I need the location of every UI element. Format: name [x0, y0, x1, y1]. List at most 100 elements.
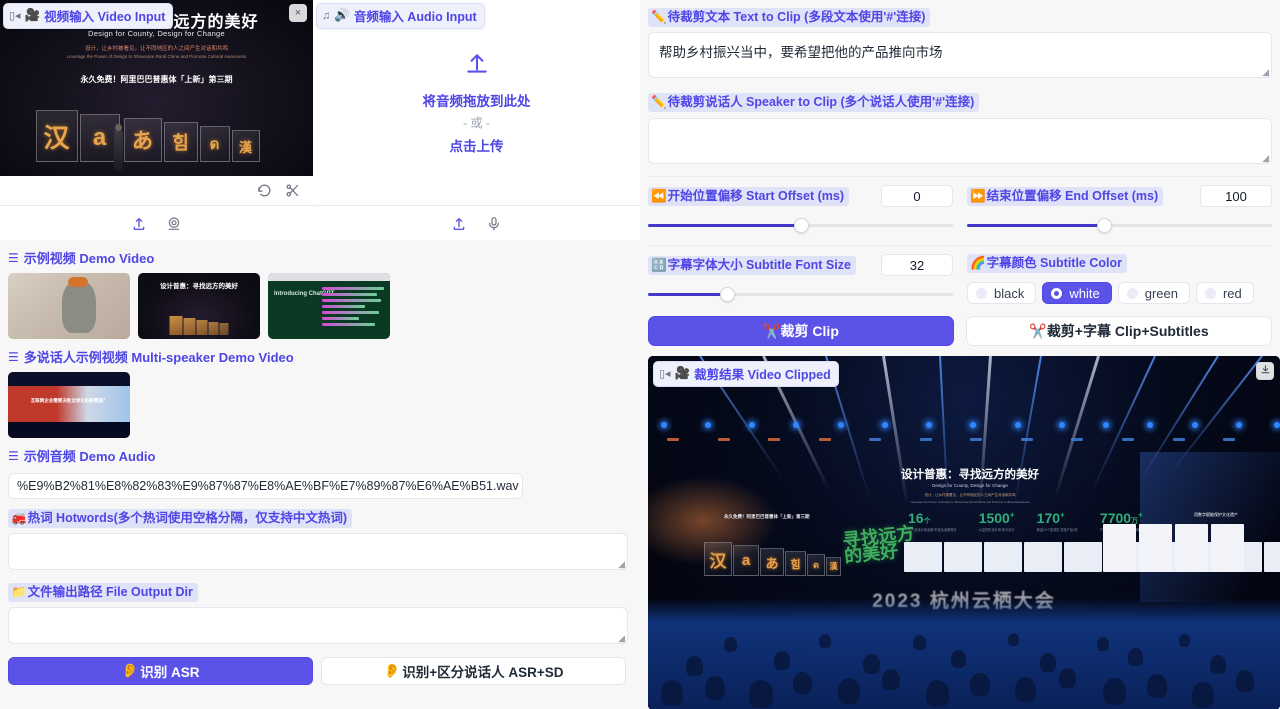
subtitle-font-size-slider[interactable]: [648, 286, 953, 302]
screen-posters: [1103, 524, 1244, 572]
demo-audio-section: ☰ 示例音频 Demo Audio %E9%B2%81%E8%82%83%E9%…: [0, 438, 640, 499]
multi-speaker-demo-header: ☰ 多说话人示例视频 Multi-speaker Demo Video: [8, 339, 632, 372]
stage-screen: 设计普惠：寻找远方的美好 Design for County, Design f…: [696, 466, 1280, 576]
speaker-to-clip-label: ✏️待裁剪说话人 Speaker to Clip (多个说话人使用'#'连接): [648, 93, 980, 112]
video-still-sub-en2: Leverage the Power of Design to Showcase…: [66, 54, 247, 59]
hotwords-label-text: 热词 Hotwords(多个热词使用空格分隔，仅支持中文热词): [27, 511, 348, 525]
subtitle-color-option-green[interactable]: green: [1117, 282, 1190, 304]
subtitle-color-options: black white green red: [967, 282, 1272, 304]
hotwords-section: 🚒热词 Hotwords(多个热词使用空格分隔，仅支持中文热词) ◢: [0, 499, 640, 573]
slider-knob[interactable]: [1097, 218, 1113, 233]
asr-sd-button[interactable]: 👂 识别+区分说话人 ASR+SD: [321, 657, 626, 685]
multi-speaker-thumbnails: 互联网企业需要决胜全球化的新赛道？: [8, 372, 632, 438]
demo-audio-file-row[interactable]: %E9%B2%81%E8%82%83%E9%87%87%E8%AE%BF%E7%…: [8, 473, 523, 499]
list-icon: ☰: [8, 250, 19, 265]
video-clipped-panel[interactable]: ▯◂ 🎥 裁剪结果 Video Clipped 设计普惠：寻找远方的美好 Des…: [648, 356, 1280, 709]
start-offset-slider[interactable]: [648, 217, 953, 233]
audio-input-panel[interactable]: ♫ 🔊 音频输入 Audio Input 将音频拖放到此处 - 或 - 点击上传: [313, 0, 640, 240]
slider-knob[interactable]: [793, 218, 809, 233]
start-offset-label: ⏪开始位置偏移 Start Offset (ms): [648, 186, 849, 206]
video-input-footer: [0, 207, 313, 240]
webcam-icon[interactable]: [166, 216, 182, 232]
slider-fill: [967, 224, 1105, 227]
multi-speaker-demo-section: ☰ 多说话人示例视频 Multi-speaker Demo Video 互联网企…: [0, 339, 640, 438]
upload-icon[interactable]: [131, 216, 147, 232]
audio-drop-title: 将音频拖放到此处: [422, 93, 531, 109]
hotwords-label-wrap: 🚒热词 Hotwords(多个热词使用空格分隔，仅支持中文热词): [8, 499, 632, 533]
demo-video-item-1[interactable]: 设计普惠：寻找远方的美好: [138, 273, 260, 339]
clip-button-label: 裁剪 Clip: [780, 323, 839, 339]
stage-top: [8, 372, 130, 386]
glass-panel-3: あ: [123, 118, 162, 162]
folder-icon: 📁: [11, 585, 27, 599]
upload-icon[interactable]: [451, 216, 467, 232]
subtitle-font-size-value[interactable]: 32: [881, 254, 953, 276]
demo-video-item-0[interactable]: [8, 273, 130, 339]
undo-icon[interactable]: [257, 183, 272, 198]
speaker-to-clip-input[interactable]: [648, 118, 1272, 164]
download-icon[interactable]: [1256, 362, 1274, 380]
subtitle-color-option-red[interactable]: red: [1195, 282, 1254, 304]
scissors-icon[interactable]: [285, 183, 300, 198]
stat-desc: 覆盖16个县域的 农特产品4件: [1036, 528, 1078, 532]
stat-value: 16个: [908, 510, 931, 526]
glass-panel-4: 힘: [163, 122, 198, 162]
subtitle-font-size-group: 🔠字幕字体大小 Subtitle Font Size 32: [648, 254, 953, 304]
demo-audio-label: 示例音频 Demo Audio: [23, 449, 156, 464]
glass-panel-1: 汉: [35, 110, 78, 162]
screen-headline: 永久免费！阿里巴巴普惠体「上新」第三期: [724, 514, 810, 519]
radio-dot-icon: [1126, 287, 1138, 299]
clip-button-row: ✂️ 裁剪 Clip ✂️ 裁剪+字幕 Clip+Subtitles: [648, 316, 1272, 346]
clip-subtitles-button[interactable]: ✂️ 裁剪+字幕 Clip+Subtitles: [966, 316, 1272, 346]
video-edit-toolbar: [0, 176, 313, 206]
rainbow-icon: 🌈: [970, 256, 986, 270]
text-to-clip-label-wrap: ✏️待裁剪文本 Text to Clip (多段文本使用'#'连接): [648, 4, 1272, 32]
file-output-dir-input[interactable]: [8, 607, 628, 644]
thumb-caption: 设计普惠：寻找远方的美好: [160, 283, 238, 290]
video-camera-outline-icon: ▯◂: [659, 368, 671, 380]
ear-icon: 👂: [121, 663, 139, 678]
video-clipped-label-text: 裁剪结果 Video Clipped: [694, 368, 831, 382]
screen-posters-title: 用数字赋能保护文化遗产: [1194, 512, 1238, 517]
close-icon[interactable]: ×: [289, 4, 307, 22]
file-output-dir-input-wrap: ◢: [8, 607, 628, 647]
right-column: ✏️待裁剪文本 Text to Clip (多段文本使用'#'连接) ◢ ✏️待…: [640, 0, 1280, 709]
divider: [648, 176, 1272, 177]
subtitle-color-option-white[interactable]: white: [1042, 282, 1112, 304]
file-output-dir-section: 📁文件输出路径 File Output Dir ◢ 👂 识别 ASR 👂 识别+区分…: [0, 573, 640, 685]
demo-video-item-2[interactable]: Introducing ChatGPT: [268, 273, 390, 339]
end-offset-slider[interactable]: [967, 217, 1272, 233]
slider-knob[interactable]: [720, 287, 736, 302]
rewind-icon: ⏪: [651, 188, 667, 203]
text-to-clip-input[interactable]: [648, 32, 1272, 78]
stat-desc: 乡产品设计和品牌 形象及品牌提升: [908, 528, 957, 532]
radio-dot-icon: [1204, 287, 1216, 299]
app-root: ▯◂ 🎥 视频输入 Video Input × 设计普惠：寻找远方的美好 Des…: [0, 0, 1280, 709]
clip-button[interactable]: ✂️ 裁剪 Clip: [648, 316, 954, 346]
microphone-icon[interactable]: [486, 216, 502, 232]
file-output-dir-label-text: 文件输出路径 File Output Dir: [27, 585, 193, 599]
option-label: red: [1222, 285, 1242, 301]
multi-speaker-demo-item-0[interactable]: 互联网企业需要决胜全球化的新赛道？: [8, 372, 130, 438]
end-offset-value[interactable]: 100: [1200, 185, 1272, 207]
audio-input-footer: [313, 207, 640, 240]
start-offset-value[interactable]: 0: [881, 185, 953, 207]
asr-button-label: 识别 ASR: [140, 665, 200, 680]
list-icon: ☰: [8, 349, 19, 364]
screen-glass-panels: 永久免费！阿里巴巴普惠体「上新」第三期 汉 a あ 힘 ด 漢: [704, 514, 841, 576]
audio-dropzone[interactable]: 将音频拖放到此处 - 或 - 点击上传: [313, 0, 640, 206]
option-label: white: [1069, 285, 1100, 301]
list-icon: ☰: [8, 448, 19, 463]
subtitle-color-option-black[interactable]: black: [967, 282, 1037, 304]
stat-item: 16个 乡产品设计和品牌 形象及品牌提升: [908, 510, 957, 533]
subtitle-color-header: 🌈字幕颜色 Subtitle Color: [967, 254, 1272, 273]
subtitle-font-size-label-text: 字幕字体大小 Subtitle Font Size: [667, 257, 851, 272]
asr-button[interactable]: 👂 识别 ASR: [8, 657, 313, 685]
audio-drop-click-upload[interactable]: 点击上传: [450, 135, 504, 155]
speaker-to-clip-input-wrap: ◢: [648, 118, 1272, 167]
video-input-panel[interactable]: ▯◂ 🎥 视频输入 Video Input × 设计普惠：寻找远方的美好 Des…: [0, 0, 313, 240]
clipped-frame: 设计普惠：寻找远方的美好 Design for County, Design f…: [648, 356, 1280, 709]
hotwords-input[interactable]: [8, 533, 628, 570]
ceiling-lights: [648, 422, 1280, 432]
video-still-headline: 永久免费！阿里巴巴普惠体「上新」第三期: [80, 75, 233, 84]
